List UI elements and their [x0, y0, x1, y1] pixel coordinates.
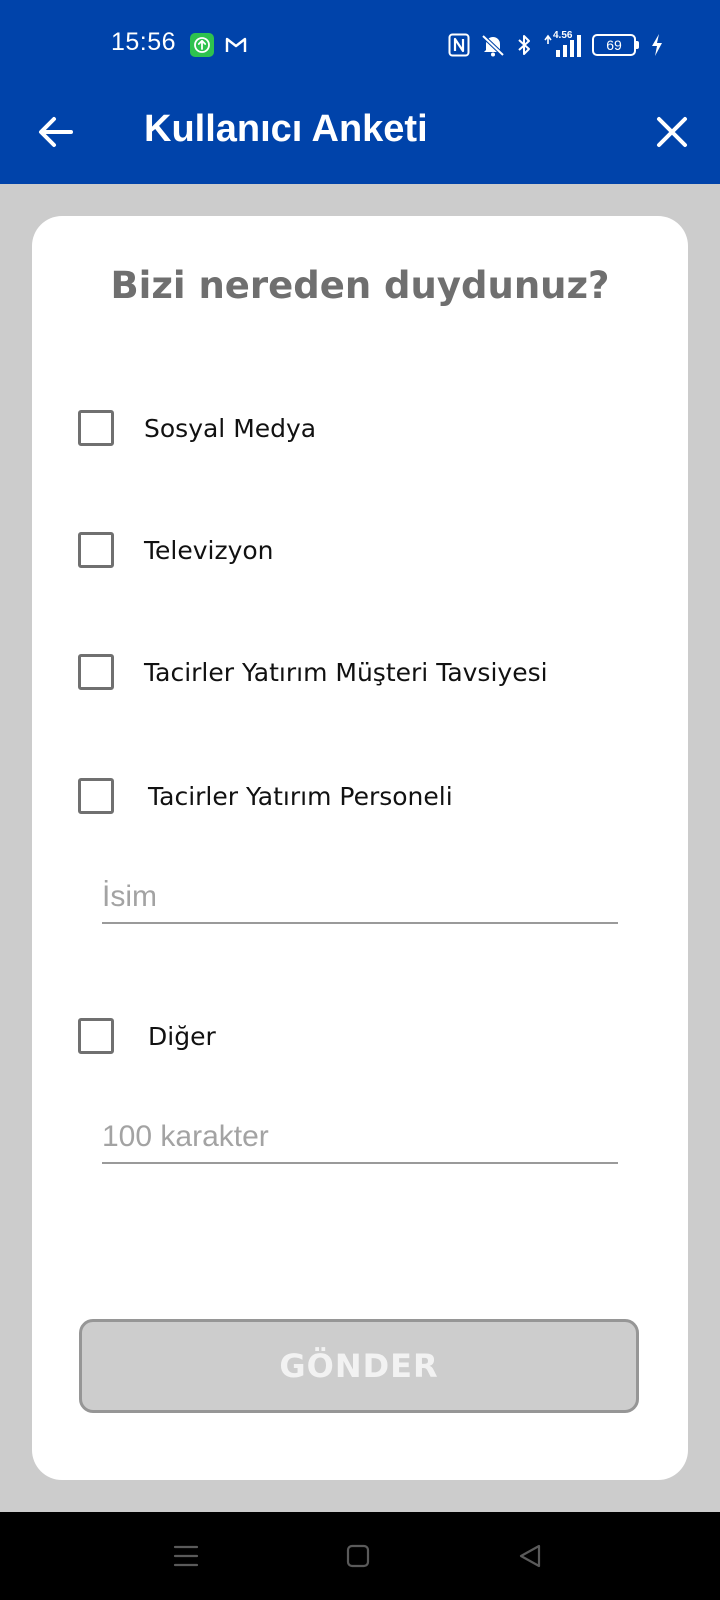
other-input[interactable] [102, 1112, 618, 1164]
checkbox[interactable] [78, 778, 114, 814]
status-time: 15:56 [111, 28, 177, 56]
checkbox[interactable] [78, 532, 114, 568]
name-input[interactable] [102, 872, 618, 924]
survey-screen: 15:56 4.56 69 Kullanıcı Anketi Bizi nere… [0, 0, 720, 1600]
checkbox[interactable] [78, 1018, 114, 1054]
option-staff[interactable]: Tacirler Yatırım Personeli [78, 776, 453, 816]
home-button[interactable] [334, 1532, 382, 1580]
option-social-media[interactable]: Sosyal Medya [78, 408, 316, 448]
upload-app-icon [190, 33, 214, 57]
back-button[interactable] [34, 110, 78, 154]
charging-icon [650, 33, 664, 57]
arrow-left-icon [39, 117, 73, 147]
battery-level: 69 [606, 37, 622, 53]
survey-card: Bizi nereden duydunuz? Sosyal Medya Tele… [32, 216, 688, 1480]
nfc-icon [448, 33, 470, 57]
gmail-icon [224, 33, 248, 57]
battery-icon: 69 [592, 34, 639, 56]
option-label: Televizyon [144, 535, 274, 565]
option-label: Sosyal Medya [144, 413, 317, 443]
bluetooth-icon [516, 33, 532, 57]
app-bar: Kullanıcı Anketi [0, 90, 720, 184]
home-icon [346, 1544, 370, 1568]
checkbox[interactable] [78, 410, 114, 446]
option-label: Tacirler Yatırım Müşteri Tavsiyesi [144, 657, 548, 687]
nav-back-button[interactable] [506, 1532, 554, 1580]
checkbox[interactable] [78, 654, 114, 690]
close-button[interactable] [648, 108, 696, 156]
recent-apps-button[interactable] [162, 1532, 210, 1580]
option-television[interactable]: Televizyon [78, 530, 274, 570]
page-title: Kullanıcı Anketi [144, 108, 428, 150]
menu-icon [173, 1545, 199, 1567]
survey-question: Bizi nereden duydunuz? [110, 264, 610, 307]
signal-icon: 4.56 [542, 30, 582, 58]
status-icons: 4.56 69 [448, 30, 664, 60]
system-nav-bar [0, 1512, 720, 1600]
header: 15:56 4.56 69 Kullanıcı Anketi [0, 0, 720, 184]
status-bar: 15:56 4.56 69 [0, 0, 720, 90]
option-label: Tacirler Yatırım Personeli [148, 781, 453, 811]
network-speed: 4.56 [553, 30, 573, 41]
mute-icon [480, 33, 506, 57]
option-label: Diğer [148, 1021, 216, 1051]
close-icon [657, 117, 687, 147]
back-triangle-icon [519, 1544, 541, 1568]
option-other[interactable]: Diğer [78, 1016, 216, 1056]
submit-button[interactable]: GÖNDER [79, 1319, 639, 1413]
option-customer-referral[interactable]: Tacirler Yatırım Müşteri Tavsiyesi [78, 652, 548, 692]
